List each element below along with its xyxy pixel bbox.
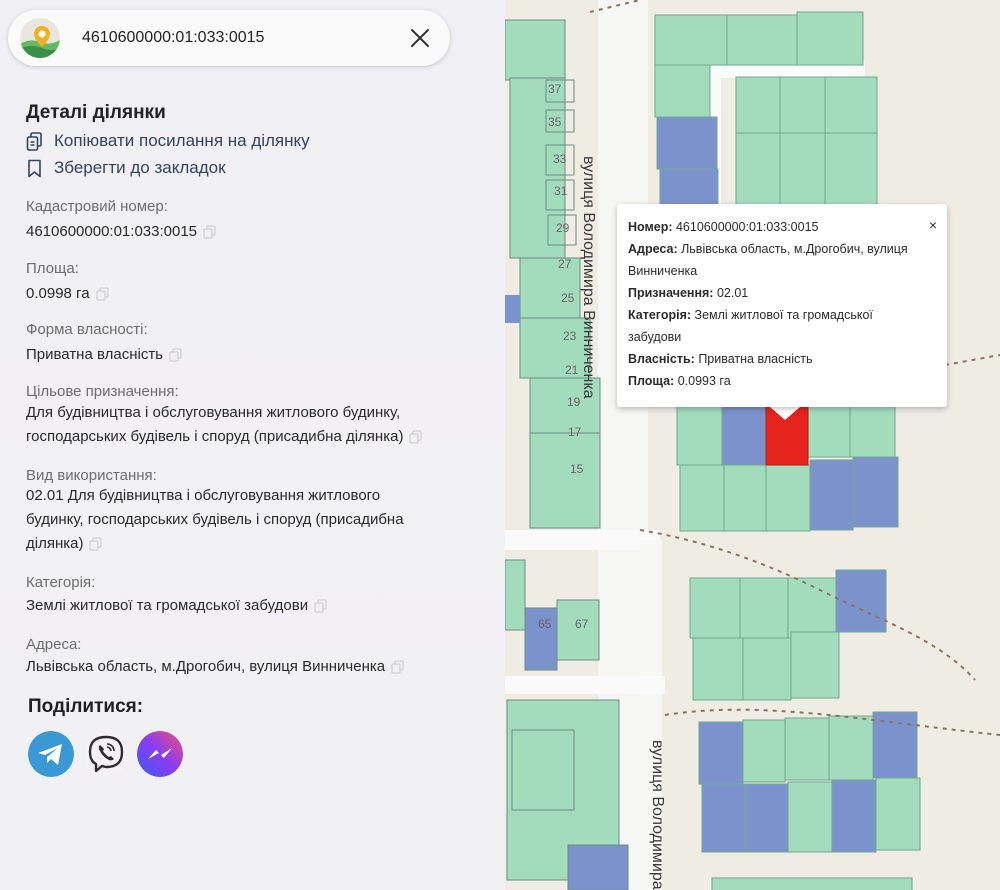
ownership-label: Форма власності: [26,321,148,338]
area-label: Площа: [26,260,79,277]
street-label: вулиця Володимира [649,740,666,890]
popup-ownership: Власність: Приватна власність [628,352,813,366]
copy-icon[interactable] [314,599,327,613]
purpose-value-line: Для будівництва і обслуговування житлово… [26,404,401,421]
use-type-label: Вид використання: [26,467,157,484]
viber-icon[interactable] [83,731,129,777]
bookmark-icon [28,159,41,177]
copy-icon[interactable] [409,430,422,444]
purpose-value: Для будівництва і обслуговування житлово… [26,401,476,449]
house-number: 31 [554,184,568,198]
use-type-value-line: 02.01 Для будівництва і обслуговування ж… [26,487,381,504]
category-label: Категорія: [26,574,96,591]
popup-area: Площа: 0.0993 га [628,374,731,388]
copy-icon [26,131,42,151]
search-bar[interactable] [8,10,450,66]
house-number: 65 [538,617,552,631]
use-type-value-line: будинку, господарських будівель і споруд… [26,511,404,528]
address-value: Львівська область, м.Дрогобич, вулиця Ви… [26,655,476,679]
bookmark-button[interactable]: Зберегти до закладок [26,158,226,178]
parcel-group [654,11,878,208]
bookmark-label: Зберегти до закладок [54,158,226,177]
cadastral-number-label: Кадастровий номер: [26,198,168,215]
ownership-value: Приватна власність [26,343,476,367]
telegram-icon[interactable] [28,731,74,777]
popup-purpose: Призначення: 02.01 [628,286,749,300]
copy-link-label: Копіювати посилання на ділянку [54,131,310,150]
house-number: 37 [548,82,562,96]
house-number: 25 [561,291,575,305]
house-number: 23 [563,329,577,343]
house-number: 29 [556,221,570,235]
parcel-popup: × Номер: 4610600000:01:033:0015 Адреса: … [617,204,947,407]
house-number: 27 [558,257,572,271]
popup-address: Адреса: Львівська область, м.Дрогобич, в… [628,242,908,256]
copy-link-button[interactable]: Копіювати посилання на ділянку [26,131,310,151]
category-value: Землі житлової та громадської забудови [26,594,476,618]
popup-address-cont: Винниченка [628,264,698,278]
address-label: Адреса: [26,636,82,653]
close-icon[interactable]: × [929,214,937,236]
road [500,530,660,550]
details-title: Деталі ділянки [26,102,166,123]
copy-icon[interactable] [169,348,182,362]
messenger-icon[interactable] [137,731,183,777]
purpose-value-line: господарських будівель і споруд (присади… [26,425,476,449]
popup-category-cont: забудови [628,330,682,344]
use-type-value-line: ділянка) [26,532,476,556]
house-number: 17 [568,425,582,439]
share-title: Поділитися: [28,696,144,717]
copy-icon[interactable] [391,660,404,674]
house-number: 67 [575,617,589,631]
popup-category: Категорія: Землі житлової та громадської [628,308,873,322]
house-number: 33 [553,152,567,166]
house-number: 19 [567,395,581,409]
app-logo-icon [20,18,60,58]
house-number: 21 [565,363,579,377]
area-value: 0.0998 га [26,282,476,306]
close-icon[interactable] [408,26,432,50]
popup-number: Номер: 4610600000:01:033:0015 [628,220,819,234]
copy-icon[interactable] [89,537,102,551]
road [500,676,665,694]
house-number: 15 [570,462,584,476]
parcel-group [689,569,921,890]
street-label: вулиця Володимира Винниченка [580,156,597,399]
copy-icon[interactable] [96,287,109,301]
use-type-value: 02.01 Для будівництва і обслуговування ж… [26,484,476,556]
house-number: 35 [548,115,562,129]
search-input[interactable] [82,29,382,47]
copy-icon[interactable] [203,225,216,239]
cadastral-number-value: 4610600000:01:033:0015 [26,220,476,244]
purpose-label: Цільове призначення: [26,383,179,400]
parcel-details-panel: Деталі ділянки Копіювати посилання на ді… [0,0,505,890]
